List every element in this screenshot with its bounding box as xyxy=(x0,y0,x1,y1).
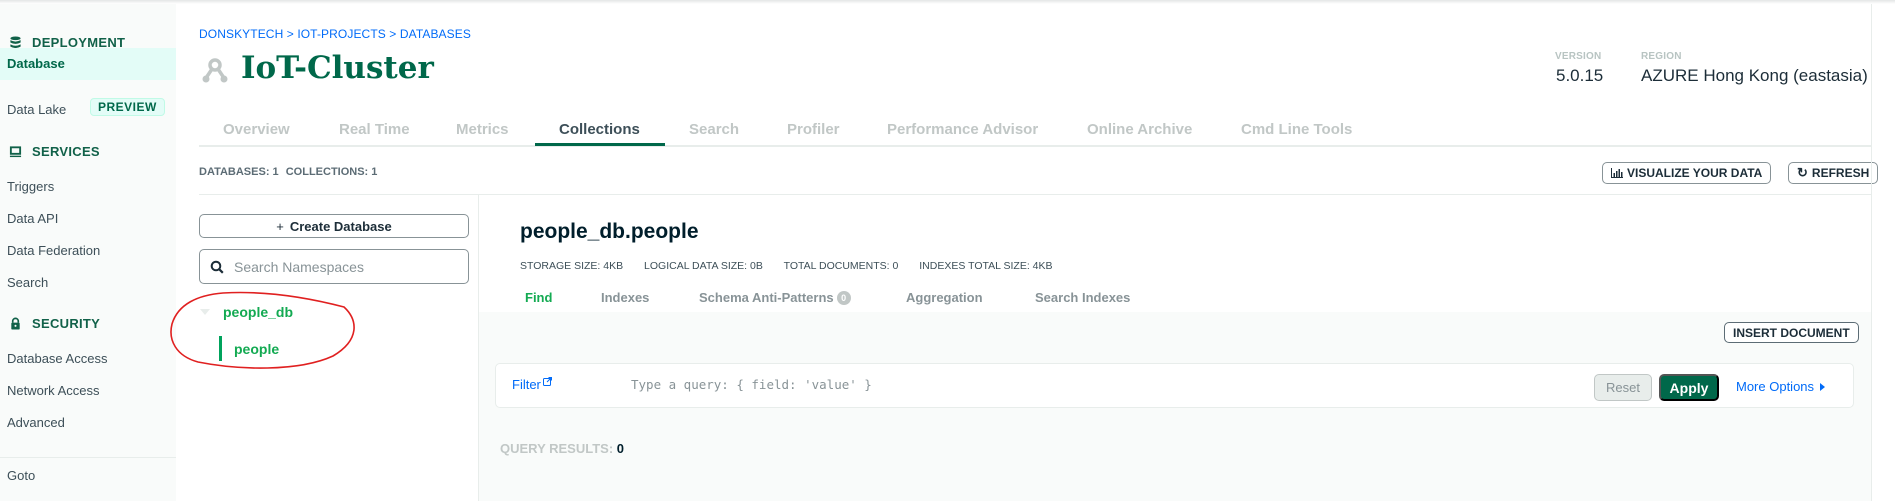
red-circle-annotation xyxy=(170,291,355,369)
apply-button[interactable]: Apply xyxy=(1659,374,1719,401)
filter-bar: Filter Reset Apply More Options xyxy=(495,363,1854,408)
right-edge-divider xyxy=(1871,0,1872,501)
anti-patterns-count-badge: 0 xyxy=(836,290,851,305)
sidebar-section-label: SERVICES xyxy=(32,144,100,159)
logical-data-size: LOGICAL DATA SIZE: 0B xyxy=(644,260,763,272)
collection-stats: STORAGE SIZE: 4KB LOGICAL DATA SIZE: 0B … xyxy=(520,260,1071,272)
visualize-data-button[interactable]: VISUALIZE YOUR DATA xyxy=(1602,162,1772,184)
indexes-total-size: INDEXES TOTAL SIZE: 4KB xyxy=(919,260,1053,272)
sidebar-item-network-access[interactable]: Network Access xyxy=(7,383,99,398)
search-namespaces-field xyxy=(199,249,469,284)
preview-badge: PREVIEW xyxy=(90,98,165,116)
filter-label: Filter xyxy=(512,377,541,392)
tab-real-time[interactable]: Real Time xyxy=(339,121,410,138)
tab-search[interactable]: Search xyxy=(689,121,739,138)
tab-metrics[interactable]: Metrics xyxy=(456,121,509,138)
lock-icon xyxy=(11,317,20,330)
sidebar-item-database-access[interactable]: Database Access xyxy=(7,351,107,366)
subtab-find[interactable]: Find xyxy=(525,290,552,305)
sidebar: DEPLOYMENT Database Data Lake PREVIEW SE… xyxy=(0,0,176,501)
sidebar-item-database[interactable]: Database xyxy=(0,48,176,80)
subtab-indexes[interactable]: Indexes xyxy=(601,290,649,305)
cluster-icon xyxy=(202,58,228,83)
subtab-schema-anti-patterns-label: Schema Anti-Patterns xyxy=(699,290,834,305)
query-results: QUERY RESULTS: 0 xyxy=(500,441,624,456)
top-shadow xyxy=(0,0,1895,4)
caret-right-icon xyxy=(1820,382,1826,391)
tabs-divider xyxy=(199,145,1871,147)
region-value: AZURE Hong Kong (eastasia) xyxy=(1641,66,1868,85)
visualize-data-label: VISUALIZE YOUR DATA xyxy=(1627,166,1763,180)
refresh-button[interactable]: ↻ REFRESH xyxy=(1788,162,1879,184)
filter-query-input[interactable] xyxy=(631,377,1531,392)
subtab-schema-anti-patterns[interactable]: Schema Anti-Patterns 0 xyxy=(699,290,851,305)
sidebar-divider xyxy=(0,457,176,458)
sidebar-section-security: SECURITY xyxy=(9,316,100,331)
filter-link[interactable]: Filter xyxy=(512,377,552,392)
refresh-icon: ↻ xyxy=(1797,165,1808,180)
monitor-icon xyxy=(9,146,22,158)
plus-icon: + xyxy=(276,218,284,234)
storage-size: STORAGE SIZE: 4KB xyxy=(520,260,624,272)
query-results-label: QUERY RESULTS: xyxy=(500,441,614,456)
region-label: REGION xyxy=(1641,51,1682,62)
tab-overview[interactable]: Overview xyxy=(223,121,290,138)
sidebar-section-label: SECURITY xyxy=(32,316,101,331)
sidebar-item-data-api[interactable]: Data API xyxy=(7,211,58,226)
more-options-label: More Options xyxy=(1736,379,1815,394)
header-divider xyxy=(199,194,1871,195)
tab-online-archive[interactable]: Online Archive xyxy=(1087,121,1192,138)
breadcrumb[interactable]: DONSKYTECH > IOT-PROJECTS > DATABASES xyxy=(199,27,471,41)
refresh-label: REFRESH xyxy=(1811,166,1870,180)
more-options-link[interactable]: More Options xyxy=(1736,379,1826,394)
sidebar-item-data-lake[interactable]: Data Lake xyxy=(7,102,66,117)
active-tab-indicator xyxy=(535,143,665,146)
insert-document-button[interactable]: INSERT DOCUMENT xyxy=(1724,322,1859,343)
sidebar-section-services: SERVICES xyxy=(9,144,100,159)
create-database-label: Create Database xyxy=(289,218,392,234)
bar-chart-icon xyxy=(1611,168,1623,178)
tab-cmd-line-tools[interactable]: Cmd Line Tools xyxy=(1241,121,1352,138)
namespace-counts: DATABASES: 1 COLLECTIONS: 1 xyxy=(199,166,381,178)
external-link-icon xyxy=(542,377,552,386)
reset-button[interactable]: Reset xyxy=(1594,374,1652,401)
search-icon xyxy=(210,260,224,274)
subtab-search-indexes[interactable]: Search Indexes xyxy=(1035,290,1130,305)
sidebar-item-triggers[interactable]: Triggers xyxy=(7,179,54,194)
cluster-title: IoT-Cluster xyxy=(241,50,434,86)
version-value: 5.0.15 xyxy=(1556,66,1604,85)
collections-count: COLLECTIONS: 1 xyxy=(285,166,378,178)
version-label: VERSION xyxy=(1555,51,1602,62)
subtab-aggregation[interactable]: Aggregation xyxy=(906,290,983,305)
sidebar-item-data-federation[interactable]: Data Federation xyxy=(7,243,100,258)
total-documents: TOTAL DOCUMENTS: 0 xyxy=(783,260,899,272)
tab-collections[interactable]: Collections xyxy=(559,121,640,138)
search-namespaces-input[interactable] xyxy=(234,258,454,275)
sidebar-item-advanced[interactable]: Advanced xyxy=(7,415,65,430)
tab-performance-advisor[interactable]: Performance Advisor xyxy=(887,121,1038,138)
create-database-button[interactable]: + Create Database xyxy=(199,214,469,238)
tab-profiler[interactable]: Profiler xyxy=(787,121,840,138)
databases-count: DATABASES: 1 xyxy=(199,166,279,178)
sidebar-item-goto[interactable]: Goto xyxy=(7,468,35,483)
query-results-value: 0 xyxy=(616,441,625,456)
collection-title: people_db.people xyxy=(520,220,699,243)
sidebar-item-search[interactable]: Search xyxy=(7,275,48,290)
